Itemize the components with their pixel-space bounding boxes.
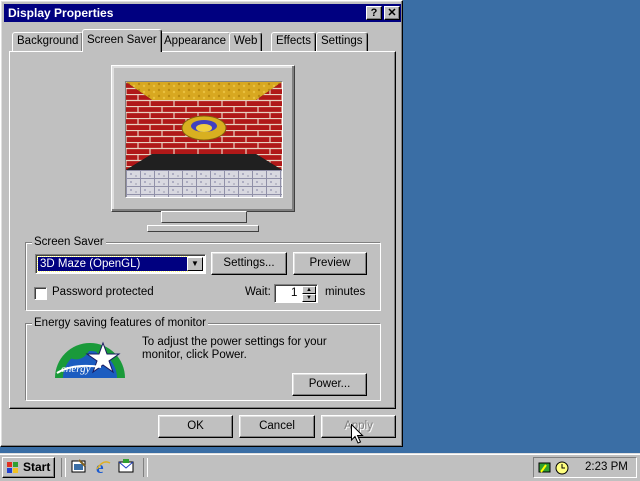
spin-down-icon[interactable]: ▼ (302, 294, 316, 302)
window-title: Display Properties (8, 6, 114, 20)
wait-minutes-value: 1 (291, 287, 298, 299)
screen-saver-select[interactable]: 3D Maze (OpenGL) ▼ (35, 254, 206, 274)
wait-units-label: minutes (325, 286, 366, 298)
taskbar-divider (61, 458, 66, 477)
svg-text:e: e (96, 459, 104, 475)
outlook-express-icon[interactable] (118, 459, 134, 475)
energy-star-logo: energy (55, 341, 125, 378)
screen-saver-group-label: Screen Saver (32, 236, 106, 248)
clock[interactable]: 2:23 PM (585, 461, 628, 473)
wait-label: Wait: (245, 286, 271, 298)
internet-explorer-icon[interactable]: e (95, 459, 111, 475)
maze-preview-image (126, 82, 282, 197)
display-properties-window: Display Properties ? ✕ Background Screen… (0, 0, 403, 447)
start-label: Start (23, 460, 51, 474)
password-protected-label: Password protected (52, 286, 154, 298)
show-desktop-icon[interactable] (71, 459, 87, 475)
ok-button[interactable]: OK (158, 415, 233, 438)
mouse-cursor-icon (351, 424, 364, 444)
taskbar-divider (143, 458, 148, 477)
energy-group-label: Energy saving features of monitor (32, 317, 208, 329)
wait-minutes-stepper[interactable]: 1 ▲ ▼ (274, 284, 318, 303)
tab-web[interactable]: Web (229, 32, 263, 51)
power-button[interactable]: Power... (292, 373, 367, 396)
preview-button[interactable]: Preview (293, 252, 367, 275)
power-meter-icon[interactable] (537, 460, 553, 476)
cancel-button[interactable]: Cancel (239, 415, 315, 438)
tab-settings[interactable]: Settings (316, 32, 368, 51)
screen-saver-preview (125, 81, 283, 198)
monitor-stand-base (147, 225, 259, 232)
tab-screen-saver[interactable]: Screen Saver (82, 29, 162, 52)
password-protected-checkbox[interactable] (34, 287, 47, 300)
energy-description: To adjust the power settings for your mo… (142, 336, 327, 361)
energy-logo-text: energy (61, 363, 91, 375)
taskbar: Start e 2:23 PM (0, 453, 640, 481)
settings-button[interactable]: Settings... (211, 252, 287, 275)
chevron-down-icon[interactable]: ▼ (187, 257, 203, 271)
close-button[interactable]: ✕ (384, 6, 400, 20)
tab-appearance[interactable]: Appearance (159, 32, 232, 51)
start-button[interactable]: Start (2, 457, 55, 478)
scheduler-icon[interactable] (555, 460, 571, 476)
monitor-stand-neck (161, 211, 247, 223)
tab-background[interactable]: Background (12, 32, 84, 51)
title-bar[interactable]: Display Properties ? ✕ (4, 4, 401, 22)
system-tray: 2:23 PM (533, 457, 637, 478)
screen-saver-select-value: 3D Maze (OpenGL) (37, 256, 188, 272)
tab-effects[interactable]: Effects (271, 32, 316, 51)
windows-logo-icon (7, 462, 18, 473)
help-button[interactable]: ? (366, 6, 382, 20)
spin-up-icon[interactable]: ▲ (302, 286, 316, 294)
